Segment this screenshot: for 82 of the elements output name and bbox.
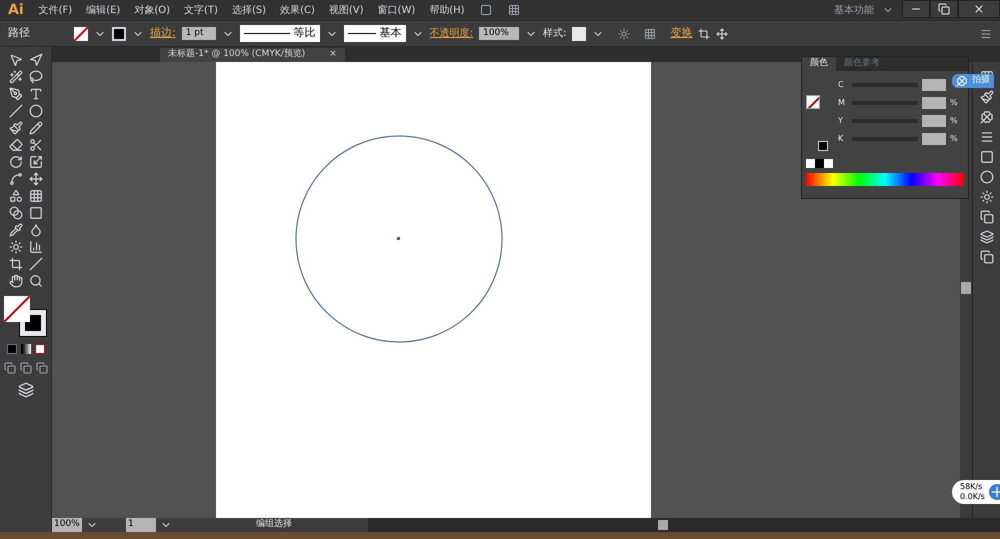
quick-color-swatch[interactable] (815, 159, 824, 168)
fill-swatch[interactable] (74, 26, 88, 40)
lasso-icon[interactable] (28, 70, 42, 84)
percent-unit: % (950, 97, 958, 109)
panel-menu-icon[interactable] (980, 28, 992, 40)
profile-dropdown[interactable]: 等比 (240, 25, 320, 42)
restore-icon (938, 3, 950, 15)
clover-icon (956, 74, 968, 87)
percent-unit: % (950, 133, 958, 145)
last-color-swatch[interactable] (818, 141, 828, 151)
channel-label: Y (838, 115, 844, 127)
channel-value-field[interactable] (922, 133, 946, 145)
fill-stroke-drawing[interactable] (4, 296, 48, 336)
menu-item[interactable]: 视图(V) (322, 2, 371, 18)
upload-speed: 58K/s (960, 482, 984, 492)
download-speed: 0.0K/s (960, 492, 985, 502)
selection-arrow-icon[interactable] (8, 53, 22, 67)
quick-color-swatch[interactable] (824, 159, 833, 168)
panel-tab[interactable]: 颜色 (802, 57, 836, 71)
type-icon[interactable] (28, 87, 42, 101)
direct-selection-icon[interactable] (28, 53, 42, 67)
selection-type-label: 路径 (8, 25, 31, 42)
pencil-icon[interactable] (28, 121, 42, 135)
transform-link[interactable]: 变换 (670, 25, 692, 42)
color-mode-button[interactable] (6, 344, 16, 354)
stroke-weight-field[interactable]: 1 pt (182, 26, 216, 40)
menu-item[interactable]: 效果(C) (273, 2, 322, 18)
close-button[interactable] (958, 0, 1000, 18)
graph-icon[interactable] (28, 240, 42, 254)
channel-value-field[interactable] (922, 97, 946, 109)
layers-icon[interactable] (980, 230, 994, 244)
menu-item[interactable]: 对象(O) (127, 2, 178, 18)
brush-dropdown[interactable]: 基本 (344, 25, 406, 42)
menu-item[interactable]: 选择(S) (224, 2, 274, 18)
horizontal-scrollbar[interactable] (368, 518, 1000, 532)
workspace-switcher[interactable]: 基本功能 (826, 2, 882, 18)
eraser-icon[interactable] (8, 138, 22, 152)
eyedropper-icon[interactable] (8, 223, 22, 237)
pen-icon[interactable] (8, 87, 22, 101)
channel-label: K (838, 133, 844, 145)
tab-close[interactable]: × (329, 48, 337, 62)
channel-value-field[interactable] (922, 115, 946, 127)
stroke-swatch[interactable] (112, 26, 126, 40)
zoom-field[interactable]: 100% (52, 518, 82, 532)
hand-icon[interactable] (8, 274, 22, 288)
scale-icon[interactable] (28, 155, 42, 169)
brush-icon[interactable] (8, 121, 22, 135)
plus-icon (988, 484, 1000, 500)
channel-label: M (838, 97, 846, 109)
stroke-link[interactable]: 描边: (150, 25, 176, 42)
menu-item[interactable]: 文件(F) (32, 2, 80, 18)
menu-item[interactable]: 文字(T) (177, 2, 225, 18)
gradient-mode-button[interactable] (20, 344, 30, 354)
opacity-link[interactable]: 不透明度: (430, 26, 474, 41)
percent-unit: % (950, 115, 958, 127)
menu-item[interactable]: 窗口(W) (370, 2, 422, 18)
none-mode-button[interactable] (34, 344, 44, 354)
channel-value-field[interactable] (922, 79, 946, 91)
app-logo: Ai (7, 0, 25, 20)
opacity-field[interactable]: 100% (479, 26, 520, 40)
color-spectrum[interactable] (806, 173, 964, 186)
document-tab[interactable]: 未标题-1* @ 100% (CMYK/预览) × (160, 48, 345, 62)
ellipse-icon[interactable] (28, 104, 42, 118)
none-swatch[interactable] (806, 159, 815, 168)
fill-swatch[interactable] (806, 95, 820, 109)
brushes-icon[interactable] (980, 90, 994, 104)
menu-item[interactable]: 编辑(E) (79, 2, 128, 18)
zoom-icon[interactable] (28, 274, 42, 288)
restore-button[interactable] (930, 0, 958, 18)
magic-wand-icon[interactable] (8, 70, 22, 84)
menu-item[interactable]: 帮助(H) (422, 2, 472, 18)
line-icon[interactable] (8, 104, 22, 118)
network-speed-toast[interactable]: 58K/s 0.0K/s (952, 480, 1000, 504)
rotate-icon[interactable] (8, 155, 22, 169)
close-icon (973, 3, 985, 15)
status-text[interactable]: 编组选择 (256, 518, 356, 532)
channel-label: C (838, 79, 845, 91)
scissors-icon[interactable] (28, 138, 42, 152)
style-label: 样式: (543, 26, 566, 41)
page-field[interactable]: 1 (126, 518, 156, 532)
style-swatch[interactable] (572, 26, 586, 40)
grid-icon[interactable] (28, 189, 42, 203)
